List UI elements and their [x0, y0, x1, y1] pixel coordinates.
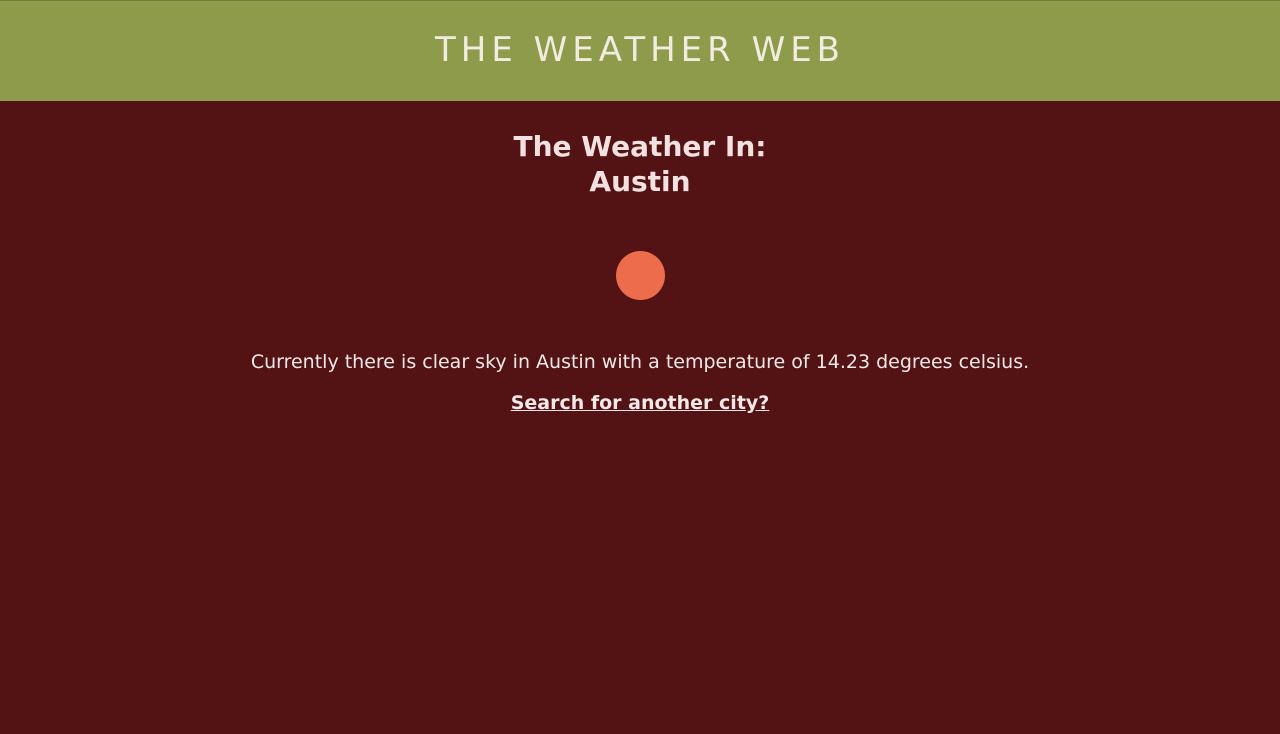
- city-name: Austin: [589, 165, 691, 198]
- weather-panel: The Weather In: Austin Currently there i…: [0, 129, 1280, 414]
- heading-label: The Weather In:: [513, 130, 767, 163]
- site-header: THE WEATHER WEB: [0, 0, 1280, 101]
- search-another-city-link[interactable]: Search for another city?: [511, 392, 770, 414]
- weather-description: Currently there is clear sky in Austin w…: [250, 351, 1030, 373]
- sun-icon: [615, 251, 665, 300]
- page-heading: The Weather In: Austin: [0, 129, 1280, 199]
- site-title: THE WEATHER WEB: [434, 30, 846, 70]
- weather-icon-container: [0, 251, 1280, 301]
